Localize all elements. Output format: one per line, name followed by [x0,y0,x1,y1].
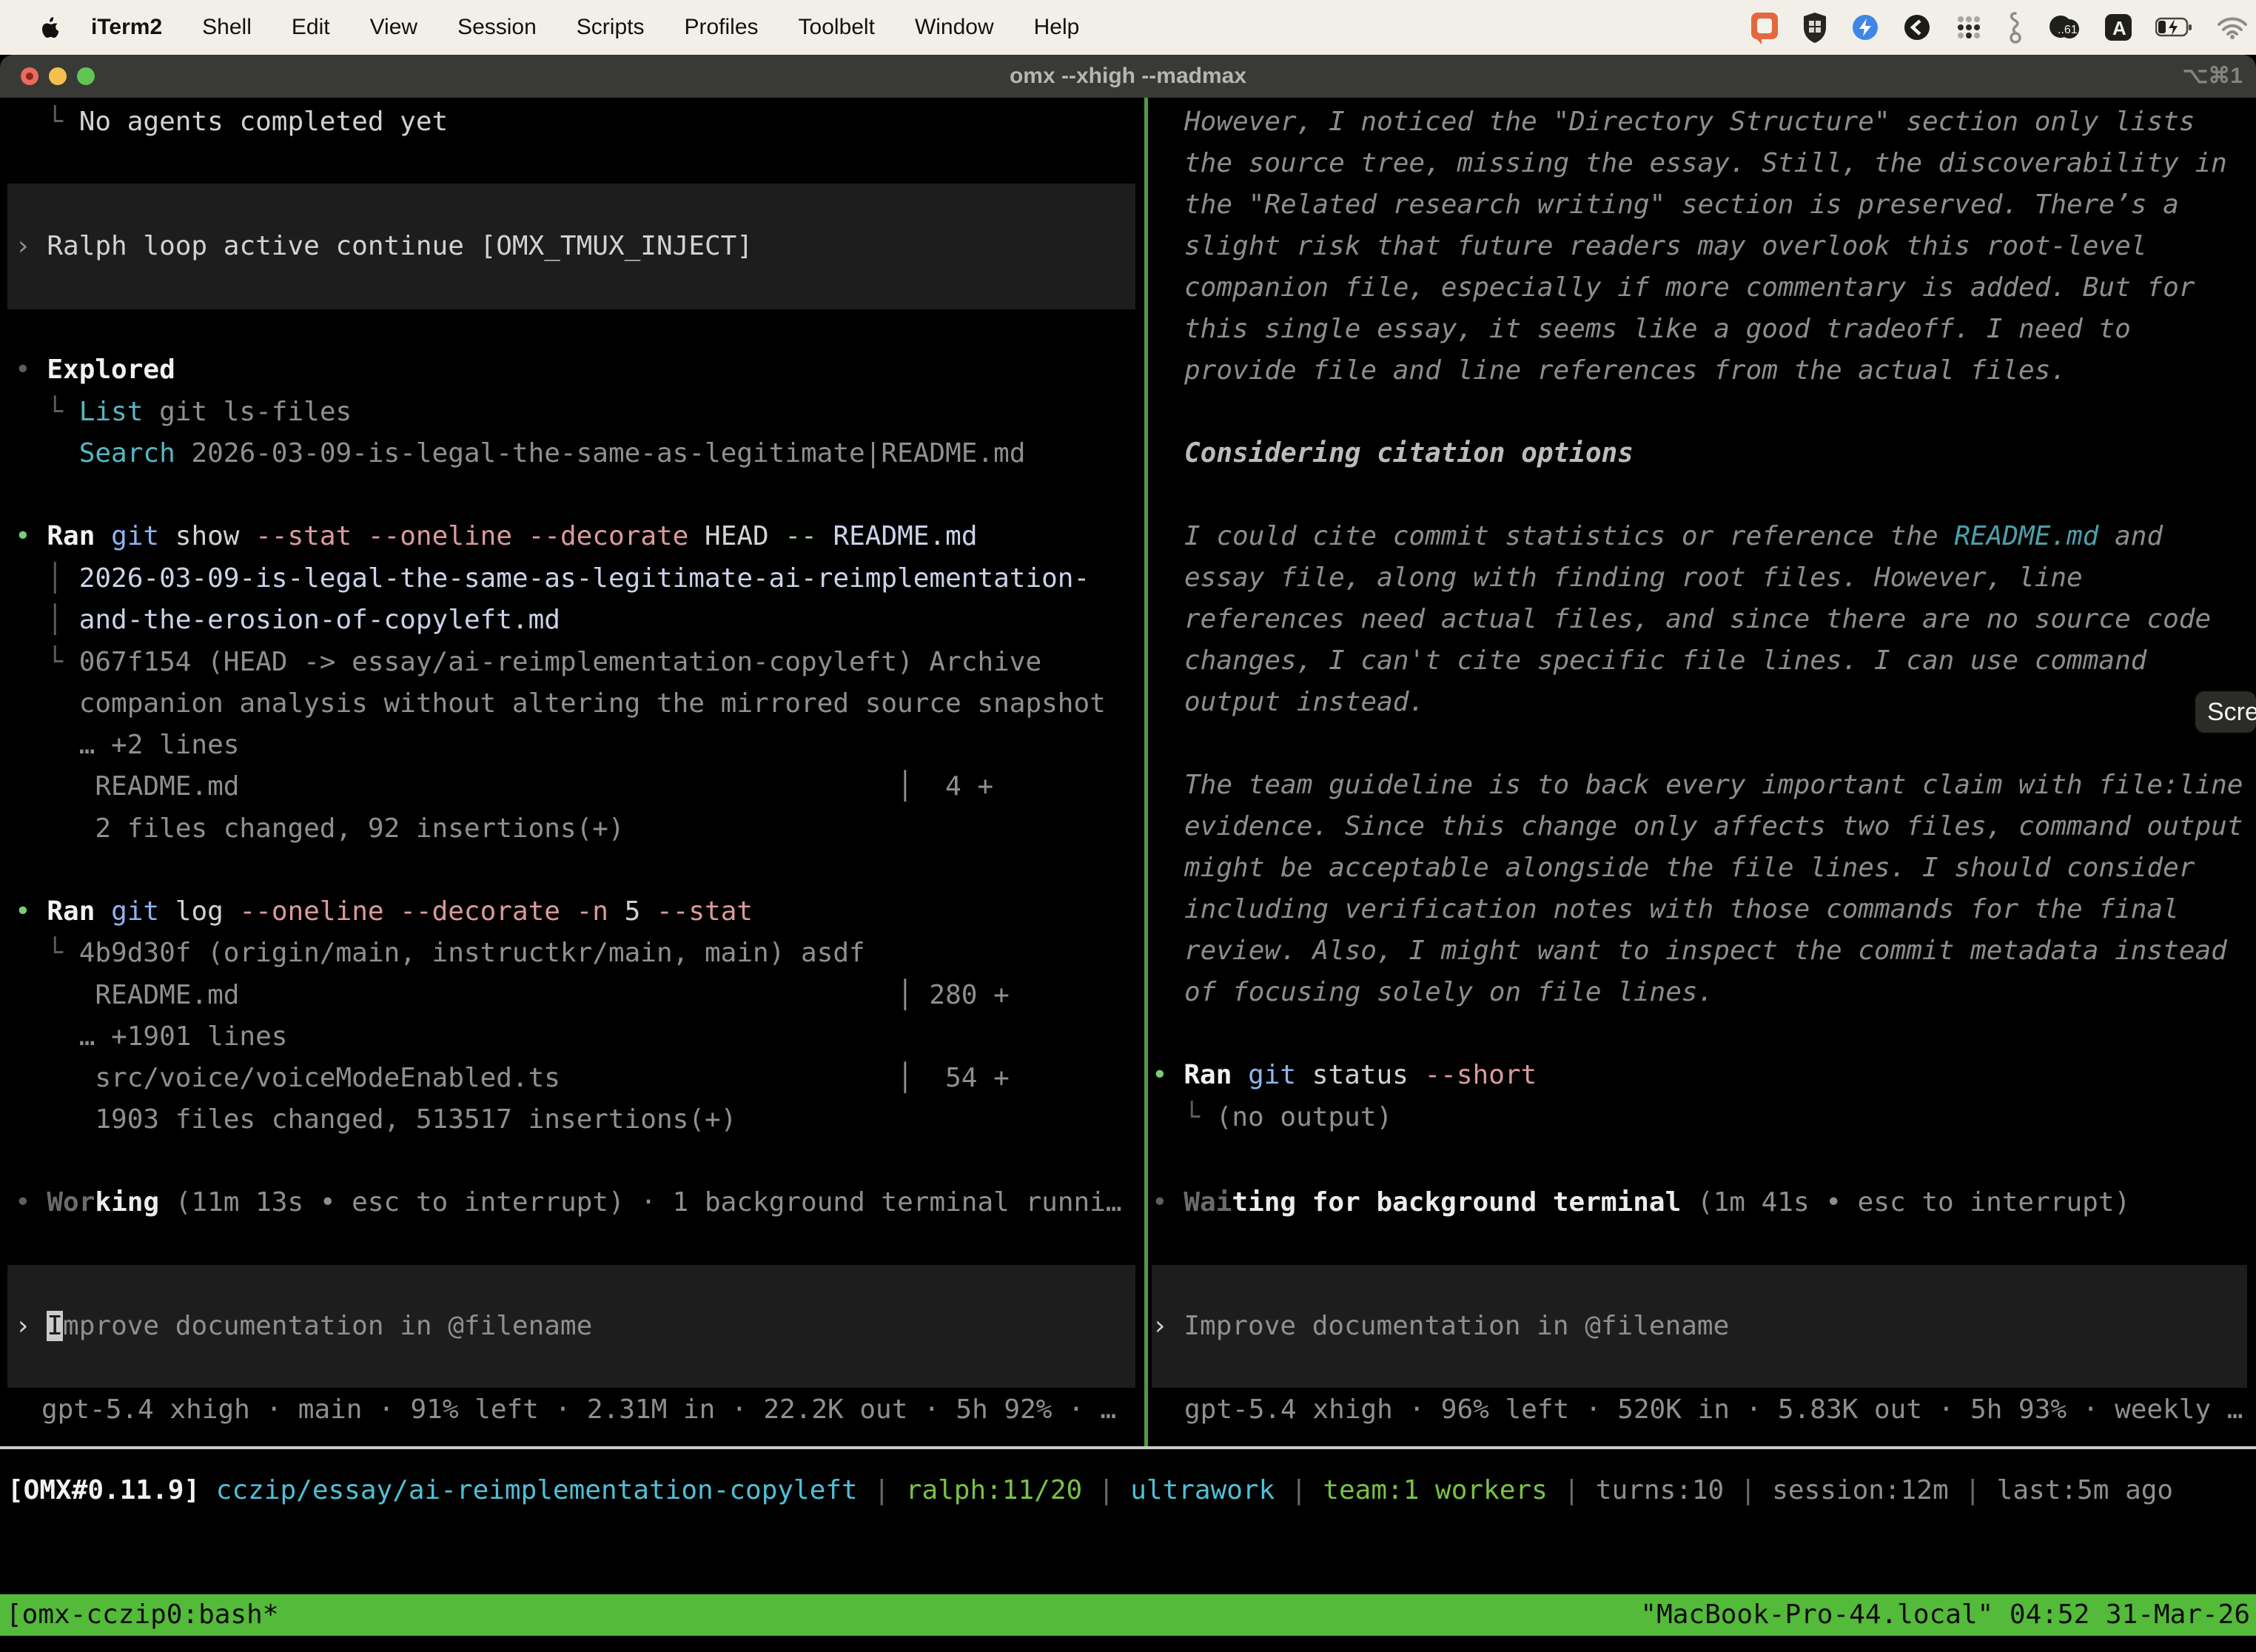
text-segment: | [1724,1475,1772,1505]
text-segment: | [858,1475,906,1505]
tmux-status-bar: [omx-cczip0:bash* "MacBook-Pro-44.local"… [0,1594,2256,1636]
window-title-bar: omx --xhigh --madmax ⌥⌘1 [0,55,2256,98]
wifi-icon[interactable] [2216,15,2249,40]
menu-bar-status-icons: ..61 A [1750,0,2249,55]
text-segment [200,1475,216,1505]
text-segment: [OMX#0.11.9] [7,1475,200,1505]
menu-item-window[interactable]: Window [895,15,1014,40]
window-title: omx --xhigh --madmax [0,55,2256,98]
text-segment: last:5m ago [1997,1475,2173,1505]
back-circle-icon[interactable] [1902,13,1932,42]
dots-grid-icon[interactable] [1954,13,1984,42]
text-segment: session:12m [1772,1475,1948,1505]
omx-status-line: [OMX#0.11.9] cczip/essay/ai-reimplementa… [7,1470,2173,1511]
menu-item-profiles[interactable]: Profiles [664,15,778,40]
input-source-icon[interactable]: A [2104,13,2133,42]
menu-item-session[interactable]: Session [437,15,557,40]
apple-menu-icon[interactable] [30,16,71,38]
grid-shield-icon[interactable] [1802,11,1828,44]
text-segment: turns:10 [1596,1475,1724,1505]
spark-badge-icon[interactable] [1850,13,1880,42]
menu-item-view[interactable]: View [350,15,437,40]
text-segment: ultrawork [1130,1475,1275,1505]
screen-share-icon[interactable] [1750,10,1779,45]
screen-overlay-tab[interactable]: Scre [2195,691,2256,733]
omx-status-bar: [OMX#0.11.9] cczip/essay/ai-reimplementa… [0,0,2256,1652]
menu-item-shell[interactable]: Shell [182,15,272,40]
menu-item-scripts[interactable]: Scripts [557,15,665,40]
menu-item-iterm2[interactable]: iTerm2 [71,15,182,40]
window-shortcut-hint: ⌥⌘1 [2183,55,2243,98]
text-segment: | [1082,1475,1130,1505]
text-segment: team:1 workers [1323,1475,1547,1505]
menu-item-toolbelt[interactable]: Toolbelt [779,15,895,40]
text-segment: | [1949,1475,1997,1505]
text-segment: | [1548,1475,1596,1505]
menu-item-help[interactable]: Help [1014,15,1100,40]
macos-menu-bar: iTerm2 Shell Edit View Session Scripts P… [0,0,2256,55]
svg-text:..61: ..61 [2058,24,2078,36]
battery-charging-icon[interactable] [2155,16,2194,38]
tmux-session-label: [omx-cczip0:bash* [6,1594,278,1636]
hook-icon[interactable] [2006,10,2025,44]
badge-61-icon[interactable]: ..61 [2047,13,2081,42]
svg-text:A: A [2112,17,2126,39]
text-segment: ralph:11/20 [906,1475,1082,1505]
menu-item-edit[interactable]: Edit [272,15,350,40]
text-segment: | [1275,1475,1323,1505]
text-segment: cczip/essay/ai-reimplementation-copyleft [216,1475,858,1505]
tmux-host-clock: "MacBook-Pro-44.local" 04:52 31-Mar-26 [1640,1594,2250,1636]
